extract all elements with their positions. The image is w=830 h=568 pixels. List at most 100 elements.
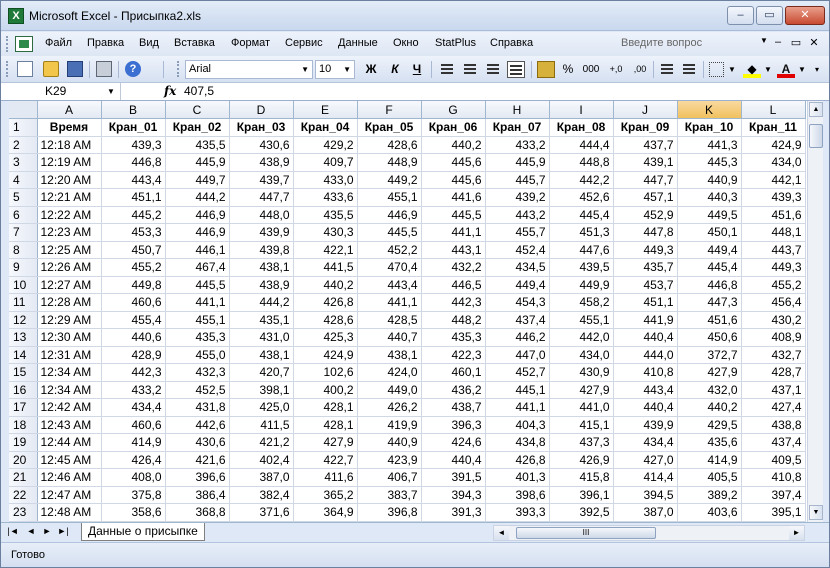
cell[interactable]: 427,9	[677, 363, 742, 382]
cell[interactable]: 451,1	[101, 188, 166, 207]
spreadsheet-grid[interactable]: ABCDEFGHIJKL 1 Время Кран_01 Кран_02 Кран_03…	[9, 101, 807, 522]
cell[interactable]: 434,4	[613, 433, 678, 452]
cell[interactable]: 422,7	[293, 451, 358, 469]
cell[interactable]: 409,7	[293, 153, 358, 172]
cell[interactable]: 432,0	[677, 381, 742, 399]
borders-icon[interactable]	[709, 62, 724, 77]
cell[interactable]: 446,9	[357, 206, 422, 224]
column-header-f[interactable]: F	[357, 101, 422, 119]
cell[interactable]: 422,3	[421, 346, 486, 364]
cell[interactable]: 410,8	[613, 363, 678, 382]
cell[interactable]: 375,8	[101, 486, 166, 504]
cell[interactable]: 12:43 AM	[37, 416, 102, 434]
cell[interactable]: 453,7	[613, 276, 678, 294]
cell[interactable]: 453,3	[101, 223, 166, 242]
cell[interactable]: 427,4	[741, 398, 806, 417]
cell[interactable]: 430,6	[229, 136, 294, 154]
cell[interactable]: 442,0	[549, 328, 614, 347]
cell[interactable]: 427,0	[613, 451, 678, 469]
row-header[interactable]: 9	[9, 258, 38, 277]
cell[interactable]: 408,9	[741, 328, 806, 347]
cell[interactable]: 443,4	[101, 171, 166, 189]
cell[interactable]: 449,2	[357, 171, 422, 189]
cell[interactable]: 428,5	[357, 311, 422, 329]
cell[interactable]: 449,5	[677, 206, 742, 224]
cell[interactable]: 403,6	[677, 503, 742, 522]
cell[interactable]: 12:34 AM	[37, 381, 102, 399]
cell[interactable]: 446,1	[165, 241, 230, 259]
cell[interactable]: 447,3	[677, 293, 742, 312]
percent-button[interactable]: %	[559, 61, 577, 78]
horizontal-scrollbar[interactable]: ◄ III ►	[493, 525, 805, 541]
cell[interactable]: 447,7	[229, 188, 294, 207]
row-header[interactable]: 5	[9, 188, 38, 207]
cell[interactable]: 423,9	[357, 451, 422, 469]
cell[interactable]: 443,1	[421, 241, 486, 259]
cell[interactable]: 445,6	[421, 171, 486, 189]
toolbar-grip[interactable]	[6, 61, 9, 77]
cell[interactable]: 12:29 AM	[37, 311, 102, 329]
cell[interactable]: 437,3	[549, 433, 614, 452]
cell[interactable]: 441,1	[165, 293, 230, 312]
cell[interactable]: 386,4	[165, 486, 230, 504]
cell[interactable]: 435,3	[165, 328, 230, 347]
cell[interactable]: 442,3	[101, 363, 166, 382]
cell[interactable]: 398,6	[485, 486, 550, 504]
cell[interactable]: 451,3	[549, 223, 614, 242]
cell[interactable]: 446,9	[165, 206, 230, 224]
cell[interactable]: 449,4	[485, 276, 550, 294]
excel-app-icon[interactable]: X	[8, 8, 24, 24]
cell[interactable]: 394,5	[613, 486, 678, 504]
cell[interactable]: 445,9	[165, 153, 230, 172]
cell[interactable]: 430,9	[549, 363, 614, 382]
row-header[interactable]: 19	[9, 433, 38, 452]
cell[interactable]: 452,4	[485, 241, 550, 259]
cell[interactable]: 449,9	[549, 276, 614, 294]
cell[interactable]: 405,5	[677, 468, 742, 487]
cell[interactable]: 441,1	[421, 223, 486, 242]
name-box[interactable]: K29 ▼	[1, 83, 121, 100]
cell[interactable]: 396,3	[421, 416, 486, 434]
last-sheet-icon[interactable]: ►|	[57, 526, 69, 536]
font-color-button[interactable]: A	[777, 61, 795, 78]
row-header[interactable]: 20	[9, 451, 38, 469]
row-header[interactable]: 6	[9, 206, 38, 224]
cell[interactable]: 455,1	[549, 311, 614, 329]
cell[interactable]: 427,9	[293, 433, 358, 452]
cell[interactable]: 452,2	[357, 241, 422, 259]
cell[interactable]: 448,0	[229, 206, 294, 224]
cell[interactable]: 445,7	[485, 171, 550, 189]
cell[interactable]: 441,3	[677, 136, 742, 154]
cell[interactable]: 400,2	[293, 381, 358, 399]
cell[interactable]: 414,4	[613, 468, 678, 487]
cell[interactable]: 443,7	[741, 241, 806, 259]
chevron-down-icon[interactable]: ▼	[301, 65, 309, 74]
cell[interactable]: 394,3	[421, 486, 486, 504]
cell[interactable]: 12:22 AM	[37, 206, 102, 224]
cell[interactable]: 440,9	[357, 433, 422, 452]
cell[interactable]: 433,2	[101, 381, 166, 399]
cell[interactable]: 445,9	[485, 153, 550, 172]
cell[interactable]: 440,4	[421, 451, 486, 469]
cell[interactable]: 444,2	[165, 188, 230, 207]
cell[interactable]: 433,6	[293, 188, 358, 207]
cell[interactable]: 451,1	[613, 293, 678, 312]
decrease-decimal-button[interactable]: ,00	[629, 61, 651, 78]
row-header[interactable]: 8	[9, 241, 38, 259]
cell[interactable]: 434,8	[485, 433, 550, 452]
cell[interactable]: 445,6	[421, 153, 486, 172]
cell[interactable]: 441,9	[613, 311, 678, 329]
row-header[interactable]: 10	[9, 276, 38, 294]
cell[interactable]: Время	[37, 118, 102, 137]
cell[interactable]: 442,6	[165, 416, 230, 434]
chevron-down-icon[interactable]: ▼	[763, 61, 773, 78]
cell[interactable]: 447,0	[485, 346, 550, 364]
cell[interactable]: 451,6	[677, 311, 742, 329]
cell[interactable]: 395,1	[741, 503, 806, 522]
cell[interactable]: 449,3	[741, 258, 806, 277]
column-header-j[interactable]: J	[613, 101, 678, 119]
cell[interactable]: 441,5	[293, 258, 358, 277]
cell[interactable]: 439,1	[613, 153, 678, 172]
row-header[interactable]: 4	[9, 171, 38, 189]
font-name-combo[interactable]: Arial ▼	[185, 60, 313, 79]
